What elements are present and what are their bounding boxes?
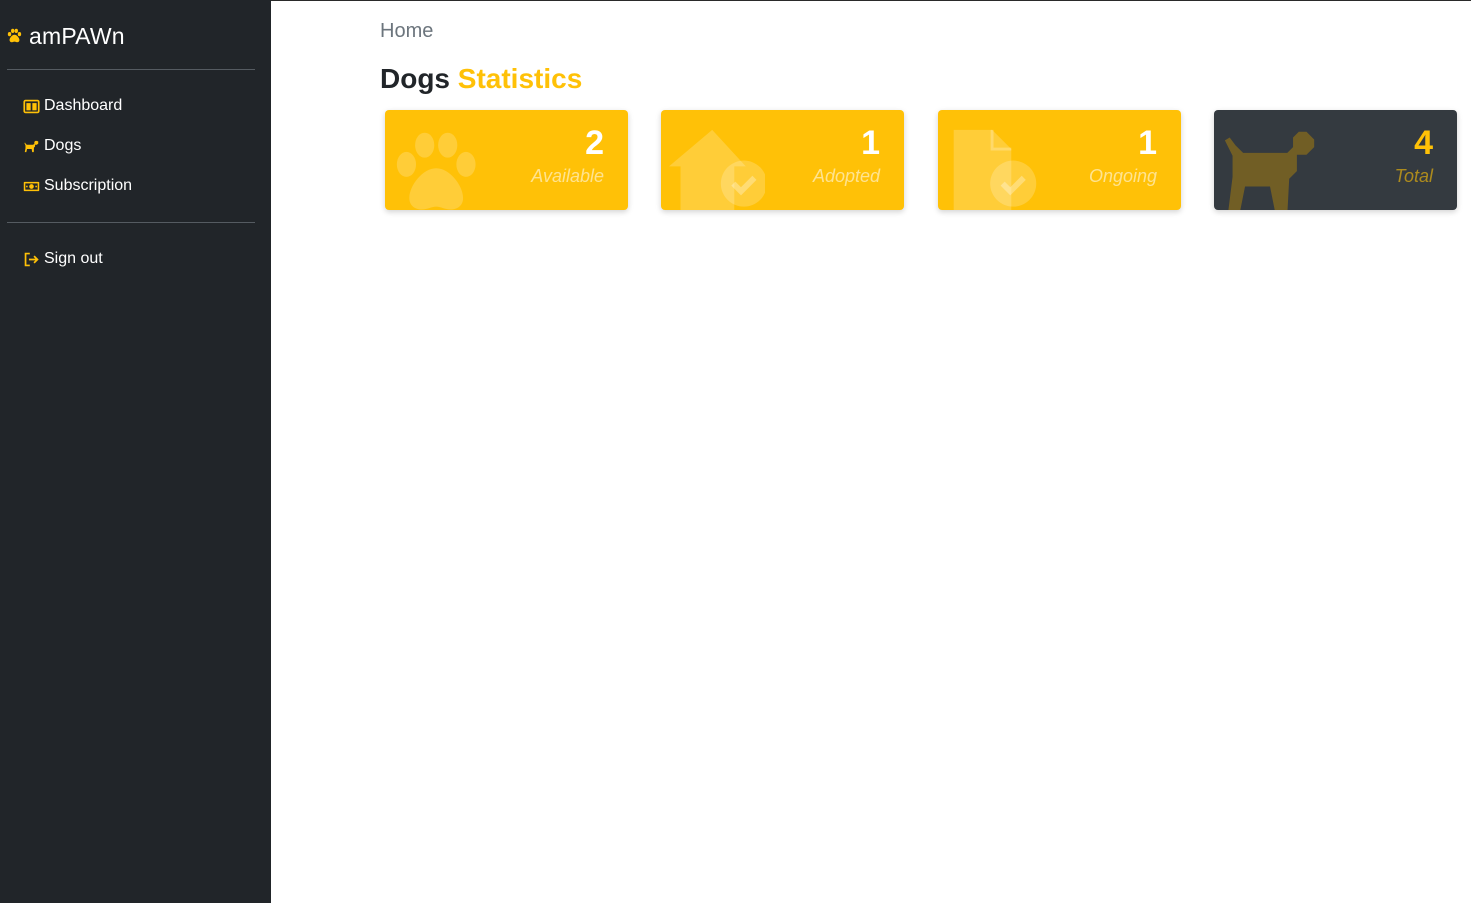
page-title-accent: Statistics	[457, 63, 583, 94]
sidebar-item-subscription[interactable]: Subscription	[22, 174, 132, 198]
sidebar-divider	[7, 222, 255, 223]
stat-count: 1	[861, 124, 880, 162]
stat-card-available[interactable]: 2 Available	[385, 110, 628, 210]
page-title: Dogs Statistics	[380, 63, 582, 95]
stat-count: 4	[1414, 124, 1433, 162]
sidebar-item-dogs[interactable]: Dogs	[22, 134, 81, 158]
money-bill-icon	[22, 177, 40, 195]
brand-name: amPAWn	[29, 22, 125, 49]
page-title-main: Dogs	[380, 63, 450, 94]
house-check-icon	[669, 126, 767, 210]
file-check-icon	[946, 126, 1042, 210]
sign-out-link[interactable]: Sign out	[22, 247, 103, 271]
stat-label: Ongoing	[1088, 166, 1157, 186]
sidebar-item-label: Subscription	[44, 177, 133, 194]
dashboard-icon	[22, 97, 40, 115]
breadcrumb-home[interactable]: Home	[380, 20, 433, 43]
stat-label: Adopted	[812, 166, 880, 186]
stat-count: 1	[1138, 124, 1157, 162]
stat-label: Total	[1394, 166, 1433, 186]
page: amPAWn Dashboard Dogs Subscription Sign …	[0, 0, 1471, 903]
dog-icon	[22, 137, 40, 155]
paw-icon	[393, 126, 489, 210]
sidebar-item-dashboard[interactable]: Dashboard	[22, 94, 122, 118]
dog-icon	[1222, 126, 1318, 210]
sidebar-divider	[7, 69, 255, 70]
brand[interactable]: amPAWn	[6, 20, 125, 52]
sidebar: amPAWn Dashboard Dogs Subscription Sign …	[0, 0, 271, 903]
stat-card-total[interactable]: 4 Total	[1214, 110, 1457, 210]
sidebar-item-label: Dogs	[44, 137, 82, 154]
sidebar-item-label: Dashboard	[44, 97, 123, 114]
stat-count: 2	[585, 124, 604, 162]
sign-out-icon	[22, 250, 40, 268]
stat-card-adopted[interactable]: 1 Adopted	[661, 110, 904, 210]
stat-label: Available	[531, 166, 604, 186]
stat-card-ongoing[interactable]: 1 Ongoing	[938, 110, 1181, 210]
sign-out-label: Sign out	[44, 250, 103, 267]
paw-icon	[6, 23, 23, 50]
